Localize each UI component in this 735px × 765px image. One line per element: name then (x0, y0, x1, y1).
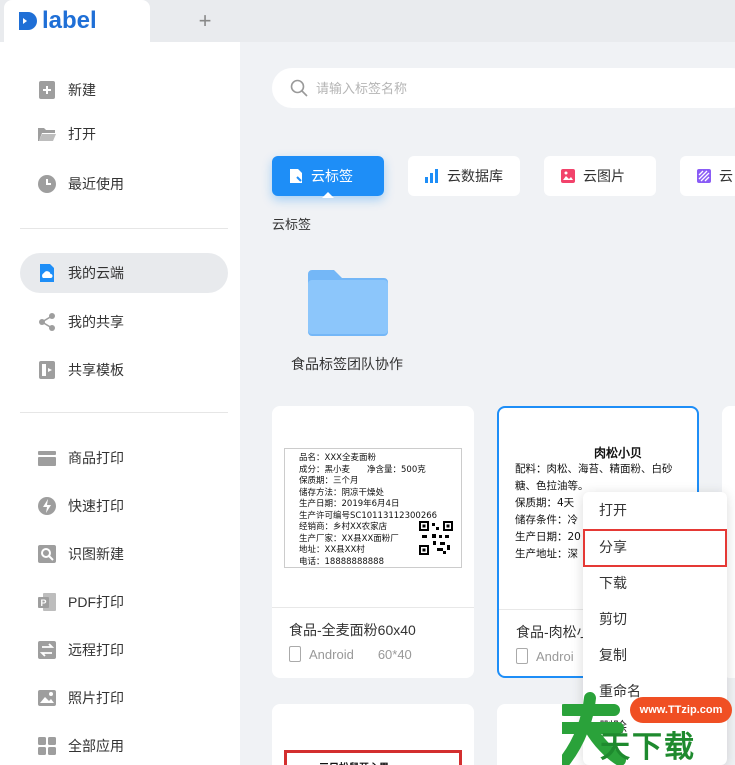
plus-file-icon (37, 80, 57, 100)
sidebar-item-pdf-print[interactable]: P PDF打印 (20, 582, 228, 622)
menu-item-open[interactable]: 打开 (583, 492, 727, 528)
sidebar-item-new[interactable]: 新建 (20, 70, 228, 110)
sidebar-item-product-print[interactable]: 商品打印 (20, 438, 228, 478)
new-tab-button[interactable]: + (194, 8, 216, 34)
search-input[interactable] (316, 80, 616, 96)
sidebar-item-scan-new[interactable]: 识图新建 (20, 534, 228, 574)
clock-icon (37, 174, 57, 194)
app-name: label (42, 7, 97, 34)
apps-icon (37, 736, 57, 756)
scan-icon (37, 544, 57, 564)
card-meta: Androi (516, 648, 574, 664)
sidebar-item-label: 共享模板 (68, 362, 124, 378)
card-meta: Android 60*40 (289, 646, 412, 662)
card-device: Android (309, 646, 354, 662)
label-line: 品名：XXX全麦面粉 (299, 453, 376, 463)
card-size: 60*40 (377, 646, 412, 662)
sidebar-item-label: 快速打印 (68, 498, 124, 514)
label-card[interactable]: 品名：XXX全麦面粉 成分：黑小麦 净含量：500克 保质期：三个月 储存方法：… (272, 406, 474, 678)
sidebar-item-quick-print[interactable]: 快速打印 (20, 486, 228, 526)
label-line: 电话：18888888888 (299, 556, 384, 567)
sidebar-item-label: 打开 (68, 126, 96, 142)
label-card[interactable]: 三只松鼠开心果 (272, 704, 474, 765)
sidebar: 新建 打开 最近使用 我的云端 我的共享 共享模板 商品打印 快速打印 识图新建… (0, 42, 240, 765)
section-title: 云标签 (272, 217, 312, 232)
sidebar-item-label: 新建 (68, 82, 96, 98)
image-icon (561, 169, 575, 183)
tab-label: 云图片 (583, 168, 625, 184)
pdf-icon: P (37, 592, 57, 612)
label-line: 生产日期：2019年6月4日 (299, 499, 400, 509)
sidebar-item-photo-print[interactable]: 照片打印 (20, 678, 228, 718)
menu-item-download[interactable]: 下载 (583, 565, 727, 601)
sidebar-item-open[interactable]: 打开 (20, 114, 228, 154)
label-preview[interactable]: 品名：XXX全麦面粉 成分：黑小麦 净含量：500克 保质期：三个月 储存方法：… (272, 406, 474, 608)
sidebar-item-label: 我的共享 (68, 314, 124, 330)
bar-chart-icon (425, 169, 438, 183)
search-icon (290, 79, 308, 97)
pattern-icon (697, 169, 711, 183)
label-preview: 三只松鼠开心果 (284, 750, 462, 765)
label-heading: 肉松小贝 (593, 446, 642, 460)
divider (20, 228, 228, 229)
title-bar: label + (0, 0, 735, 42)
sidebar-item-my-cloud[interactable]: 我的云端 (20, 253, 228, 293)
template-icon (37, 360, 57, 380)
app-tab[interactable]: label (4, 0, 150, 42)
tab-label: 云数据库 (447, 168, 503, 184)
tab-cloud-database[interactable]: 云数据库 (408, 156, 520, 196)
label-sheet: 品名：XXX全麦面粉 成分：黑小麦 净含量：500克 保质期：三个月 储存方法：… (284, 448, 462, 568)
sidebar-item-all-apps[interactable]: 全部应用 (20, 726, 228, 765)
sidebar-item-label: 我的云端 (68, 265, 124, 281)
folder-name[interactable]: 食品标签团队协作 (272, 354, 422, 374)
card-device: Androi (536, 648, 574, 664)
share-icon (37, 312, 57, 332)
sidebar-item-label: 商品打印 (68, 450, 124, 466)
sidebar-item-share-template[interactable]: 共享模板 (20, 350, 228, 390)
divider (20, 412, 228, 413)
sidebar-item-label: 远程打印 (68, 642, 124, 658)
tab-label: 云 (719, 168, 733, 184)
card-title: 食品-肉松小 (516, 624, 591, 640)
menu-item-copy[interactable]: 复制 (583, 637, 727, 673)
folder-open-icon (37, 124, 57, 144)
sidebar-item-label: 全部应用 (68, 738, 124, 754)
watermark-url: www.TTzip.com (630, 697, 732, 723)
label-line: 储存方法：阴凉干燥处 (299, 487, 385, 498)
phone-icon (289, 646, 301, 662)
highlight-box (583, 529, 727, 567)
sidebar-item-remote-print[interactable]: 远程打印 (20, 630, 228, 670)
tab-cloud-labels[interactable]: 云标签 (272, 156, 384, 196)
sidebar-item-my-share[interactable]: 我的共享 (20, 302, 228, 342)
card-title: 食品-全麦面粉60x40 (289, 622, 416, 638)
tag-icon (290, 169, 302, 183)
label-line: 配料：肉松、海苔、精面粉、白砂 (515, 463, 673, 475)
sidebar-item-label: 最近使用 (68, 176, 124, 192)
sidebar-item-label: PDF打印 (68, 594, 124, 610)
sidebar-item-label: 识图新建 (68, 546, 124, 562)
label-line: 保质期：三个月 (299, 476, 359, 486)
remote-icon (37, 640, 57, 660)
search-bar[interactable] (272, 68, 735, 108)
qr-code-icon (419, 521, 453, 555)
tab-label: 云标签 (311, 168, 353, 184)
stack-icon (37, 448, 57, 468)
folder-icon[interactable] (308, 268, 388, 336)
menu-item-cut[interactable]: 剪切 (583, 601, 727, 637)
logo-icon (19, 12, 37, 30)
cloud-icon (37, 263, 57, 283)
sidebar-item-label: 照片打印 (68, 690, 124, 706)
lightning-icon (37, 496, 57, 516)
svg-text:P: P (41, 598, 47, 608)
tab-cloud-other[interactable]: 云 (680, 156, 735, 196)
tab-pointer (322, 192, 334, 198)
tab-cloud-images[interactable]: 云图片 (544, 156, 656, 196)
phone-icon (516, 648, 528, 664)
watermark-text: 天下载 (600, 730, 696, 765)
sidebar-item-recent[interactable]: 最近使用 (20, 164, 228, 204)
label-line: 成分：黑小麦 净含量：500克 (299, 464, 426, 475)
photo-icon (37, 688, 57, 708)
